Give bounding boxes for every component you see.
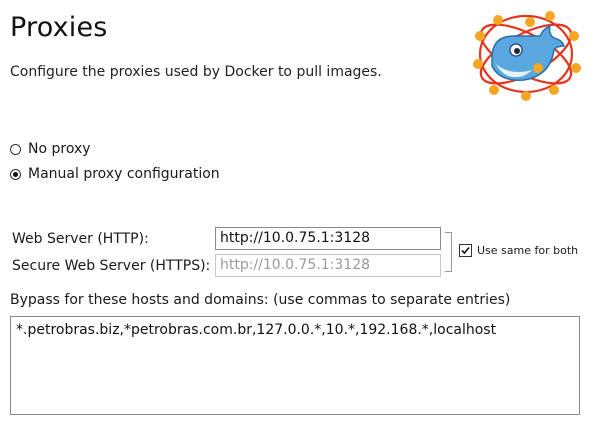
page-subtitle: Configure the proxies used by Docker to …	[10, 64, 382, 80]
no-proxy-radio[interactable]	[10, 143, 21, 155]
use-same-label: Use same for both	[477, 244, 579, 257]
web-server-label: Web Server (HTTP):	[12, 231, 149, 247]
manual-proxy-label: Manual proxy configuration	[28, 166, 220, 182]
proxies-settings-page: Proxies Configure the proxies used by Do…	[0, 0, 595, 423]
page-title: Proxies	[10, 12, 108, 43]
manual-proxy-radio[interactable]	[10, 168, 21, 180]
manual-proxy-radio-row[interactable]: Manual proxy configuration	[10, 166, 220, 182]
no-proxy-label: No proxy	[28, 141, 91, 157]
use-same-checkbox[interactable]	[459, 244, 472, 257]
checkmark-icon	[461, 246, 470, 255]
secure-web-server-label: Secure Web Server (HTTPS):	[12, 258, 211, 274]
bypass-textarea[interactable]: *.petrobras.biz,*petrobras.com.br,127.0.…	[10, 316, 580, 415]
docker-whale-icon	[470, 6, 582, 102]
bypass-label: Bypass for these hosts and domains: (use…	[10, 292, 511, 308]
use-same-checkbox-row[interactable]: Use same for both	[459, 244, 578, 257]
web-server-input[interactable]: http://10.0.75.1:3128	[215, 227, 441, 250]
secure-web-server-input: http://10.0.75.1:3128	[215, 254, 441, 277]
no-proxy-radio-row[interactable]: No proxy	[10, 141, 91, 157]
bracket-divider	[445, 232, 452, 272]
